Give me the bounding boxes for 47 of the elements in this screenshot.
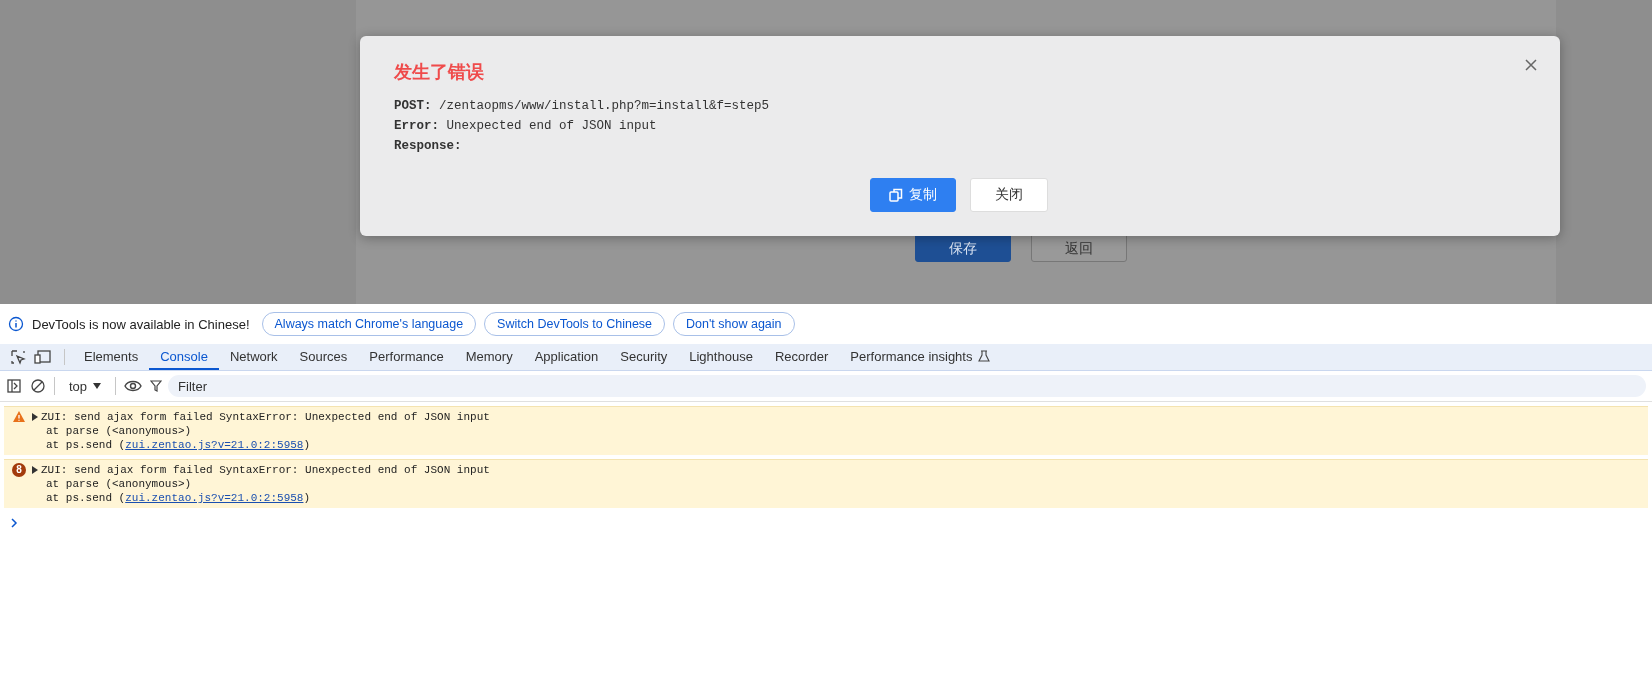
- devtools-tab[interactable]: Performance insights: [839, 344, 1002, 370]
- clear-console-icon[interactable]: [30, 378, 46, 394]
- error-detail-line: Error: Unexpected end of JSON input: [394, 118, 658, 135]
- copy-button[interactable]: 复制: [870, 178, 956, 212]
- message-text: ZUI: send ajax form failed SyntaxError: Unexpected end of JSON input: [41, 463, 490, 477]
- close-button[interactable]: 关闭: [970, 178, 1048, 212]
- dialog-title: 发生了错误: [394, 61, 485, 84]
- devtools-tab[interactable]: Console: [149, 344, 219, 370]
- flask-icon: [978, 350, 991, 362]
- message-text: ZUI: send ajax form failed SyntaxError: Unexpected end of JSON input: [41, 410, 490, 424]
- devtools-tab[interactable]: Sources: [288, 344, 359, 370]
- devtools-tab[interactable]: Recorder: [763, 344, 840, 370]
- devtools-tab[interactable]: Performance: [358, 344, 455, 370]
- source-link[interactable]: zui.zentao.js?v=21.0:2:5958: [125, 439, 304, 451]
- devtools-tab[interactable]: Network: [218, 344, 289, 370]
- warning-icon: [12, 410, 26, 423]
- close-icon[interactable]: [1524, 58, 1538, 72]
- copy-icon: [889, 188, 903, 202]
- inspect-icon[interactable]: [10, 349, 26, 365]
- info-message: DevTools is now available in Chinese!: [32, 316, 250, 332]
- context-selector[interactable]: top: [63, 377, 108, 395]
- devtools-tab[interactable]: Memory: [454, 344, 524, 370]
- sidebar-toggle-icon[interactable]: [6, 378, 22, 394]
- source-link[interactable]: zui.zentao.js?v=21.0:2:5958: [125, 492, 304, 504]
- infobar-button[interactable]: Switch DevTools to Chinese: [484, 312, 666, 336]
- error-detail-line: Response:: [394, 138, 463, 155]
- devtools-tab[interactable]: Security: [609, 344, 679, 370]
- info-icon: [8, 316, 24, 332]
- stack-trace-line: at parse (<anonymous>): [45, 424, 193, 438]
- devtools-tab[interactable]: Application: [523, 344, 610, 370]
- prompt-chevron-icon: [10, 518, 18, 528]
- devtools-tab[interactable]: Lighthouse: [678, 344, 764, 370]
- expand-arrow-icon[interactable]: [32, 413, 38, 421]
- expand-arrow-icon[interactable]: [32, 466, 38, 474]
- infobar-button[interactable]: Don't show again: [673, 312, 795, 336]
- stack-trace-line: at ps.send (zui.zentao.js?v=21.0:2:5958): [45, 491, 312, 505]
- stack-trace-line: at parse (<anonymous>): [45, 477, 193, 491]
- filter-field[interactable]: Filter: [168, 375, 1646, 397]
- infobar-button[interactable]: Always match Chrome's language: [261, 312, 477, 336]
- stack-trace-line: at ps.send (zui.zentao.js?v=21.0:2:5958): [45, 438, 312, 452]
- devtools-tab[interactable]: Elements: [73, 344, 150, 370]
- eye-icon[interactable]: [124, 379, 143, 393]
- filter-icon: [150, 380, 163, 392]
- error-detail-line: POST: /zentaopms/www/install.php?m=install&f=step5: [394, 98, 771, 115]
- dropdown-caret-icon: [93, 383, 102, 389]
- device-toolbar-icon[interactable]: [34, 349, 52, 365]
- message-count-badge: 8: [12, 463, 26, 477]
